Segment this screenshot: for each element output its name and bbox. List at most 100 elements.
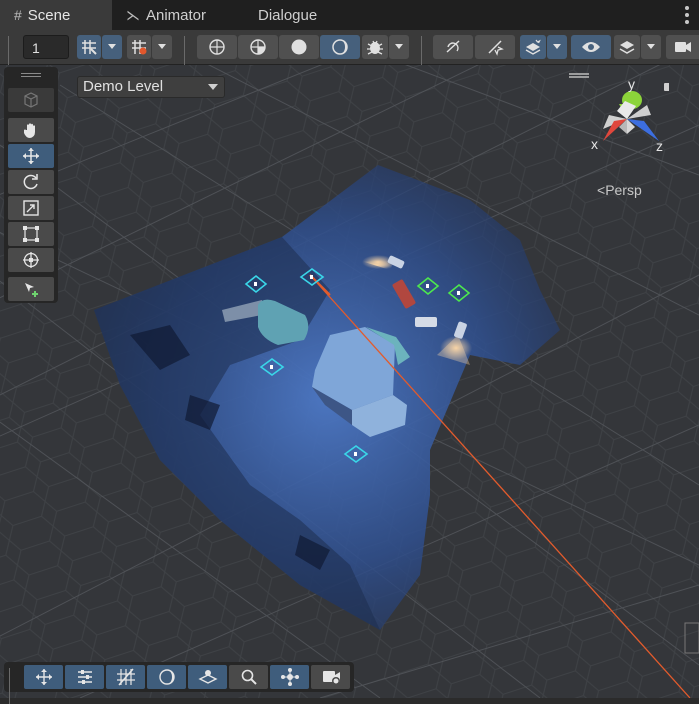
pivot-icon (280, 668, 299, 686)
orientation-overlay-icon (197, 670, 218, 684)
hand-icon (24, 123, 35, 138)
search-overlay-button[interactable] (229, 665, 268, 689)
chevron-down-icon (647, 44, 655, 49)
lighting-icon (332, 39, 348, 55)
snap-increment-dropdown[interactable] (152, 35, 172, 59)
chevron-down-icon (553, 44, 561, 49)
orientation-overlay-button[interactable] (188, 665, 227, 689)
shaded-button[interactable] (279, 35, 319, 59)
grid-snap-button[interactable] (77, 35, 101, 59)
z-axis-label: z (656, 138, 663, 154)
chevron-down-icon (108, 44, 116, 49)
toolbar-grip-icon[interactable] (184, 36, 189, 80)
wireframe-shading-icon (209, 39, 225, 55)
shaded-wireframe-icon (250, 39, 266, 55)
tab-dialogue[interactable]: Dialogue (258, 0, 348, 30)
tab-label: Animator (146, 6, 207, 24)
toolbar-grip-icon[interactable] (8, 36, 13, 80)
scale-icon (23, 200, 39, 216)
tab-label: Scene (27, 6, 71, 24)
move-overlay-icon (35, 669, 52, 685)
view-toggle-button[interactable] (571, 35, 611, 59)
scene-visibility-icon (525, 39, 541, 55)
camera-icon (674, 42, 691, 52)
chevron-down-icon (208, 84, 218, 90)
grid-visibility-button[interactable] (106, 665, 145, 689)
scene-toolbar: 1 (0, 30, 699, 80)
projection-toggle[interactable]: <Persp (597, 182, 642, 198)
effects-toggle-button[interactable] (475, 35, 515, 59)
move-overlay-button[interactable] (24, 665, 63, 689)
x-axis-label: x (591, 136, 598, 152)
tab-scene[interactable]: # Scene (0, 0, 112, 30)
gizmos-button[interactable] (362, 35, 388, 59)
transform-tool-button[interactable] (8, 248, 54, 272)
rotate-tool-button[interactable] (8, 170, 54, 194)
overlay-grip-icon[interactable] (9, 668, 14, 704)
rotate-icon (23, 174, 38, 190)
move-icon (23, 148, 39, 164)
lighting-button[interactable] (320, 35, 360, 59)
tab-label: Dialogue (258, 6, 318, 24)
scene-visibility-dropdown[interactable] (547, 35, 567, 59)
grid-snap-icon (82, 40, 97, 55)
scene-render (0, 65, 699, 698)
tool-settings-icon (77, 670, 92, 684)
snap-increment-button[interactable] (127, 35, 151, 59)
view-cube-icon (24, 92, 38, 108)
more-options-icon[interactable] (685, 6, 689, 24)
toolbar-grip-icon[interactable] (421, 36, 426, 80)
transform-icon (23, 252, 39, 268)
grid-visibility-icon (116, 668, 135, 686)
gizmos-dropdown[interactable] (389, 35, 409, 59)
custom-tool-button[interactable] (8, 277, 54, 301)
lock-icon (664, 83, 669, 91)
rect-tool-icon (23, 226, 39, 242)
view-cube-button[interactable] (8, 88, 54, 112)
overlay-drag-handle[interactable] (21, 73, 41, 78)
wireframe-shading-button[interactable] (197, 35, 237, 59)
audio-toggle-button[interactable] (433, 35, 473, 59)
orientation-gizmo[interactable]: y x z (589, 79, 669, 159)
shaded-wireframe-button[interactable] (238, 35, 278, 59)
scene-visibility-button[interactable] (520, 35, 546, 59)
chevron-left-icon: < (597, 182, 606, 198)
tab-animator[interactable]: ⋋ Animator (126, 0, 236, 30)
level-dropdown[interactable]: Demo Level (77, 76, 225, 98)
camera-button[interactable] (666, 35, 699, 59)
view-eye-icon (582, 42, 600, 52)
tool-settings-button[interactable] (65, 665, 104, 689)
lighting-overlay-button[interactable] (147, 665, 186, 689)
lighting-overlay-icon (158, 669, 175, 685)
tab-bar: # Scene ⋋ Animator Dialogue (0, 0, 699, 30)
scene-grid-icon: # (14, 7, 22, 23)
level-dropdown-value: Demo Level (83, 78, 164, 95)
gizmos-bug-icon (367, 40, 383, 55)
effects-icon (488, 40, 504, 56)
custom-tool-icon (25, 283, 38, 297)
shaded-icon (291, 39, 307, 55)
camera-preview-button[interactable] (311, 665, 350, 689)
chevron-down-icon (395, 44, 403, 49)
tools-overlay (4, 67, 58, 303)
pivot-overlay-button[interactable] (270, 665, 309, 689)
scale-tool-button[interactable] (8, 196, 54, 220)
hand-tool-button[interactable] (8, 118, 54, 142)
chevron-down-icon (158, 44, 166, 49)
bottom-overlay-toolbar (4, 662, 354, 704)
scene-viewport[interactable]: y x z (0, 65, 699, 698)
projection-label: Persp (605, 182, 642, 198)
audio-mute-icon (446, 40, 460, 53)
camera-preview-icon (322, 671, 340, 685)
layer-number-field[interactable]: 1 (23, 35, 69, 59)
layers-dropdown[interactable] (641, 35, 661, 59)
layers-icon (619, 41, 635, 54)
search-icon (241, 669, 257, 685)
rect-tool-button[interactable] (8, 222, 54, 246)
animator-icon: ⋋ (126, 6, 140, 23)
y-axis-label: y (628, 79, 635, 92)
layers-button[interactable] (614, 35, 640, 59)
snap-increment-icon (132, 40, 147, 55)
move-tool-button[interactable] (8, 144, 54, 168)
grid-snap-dropdown[interactable] (102, 35, 122, 59)
